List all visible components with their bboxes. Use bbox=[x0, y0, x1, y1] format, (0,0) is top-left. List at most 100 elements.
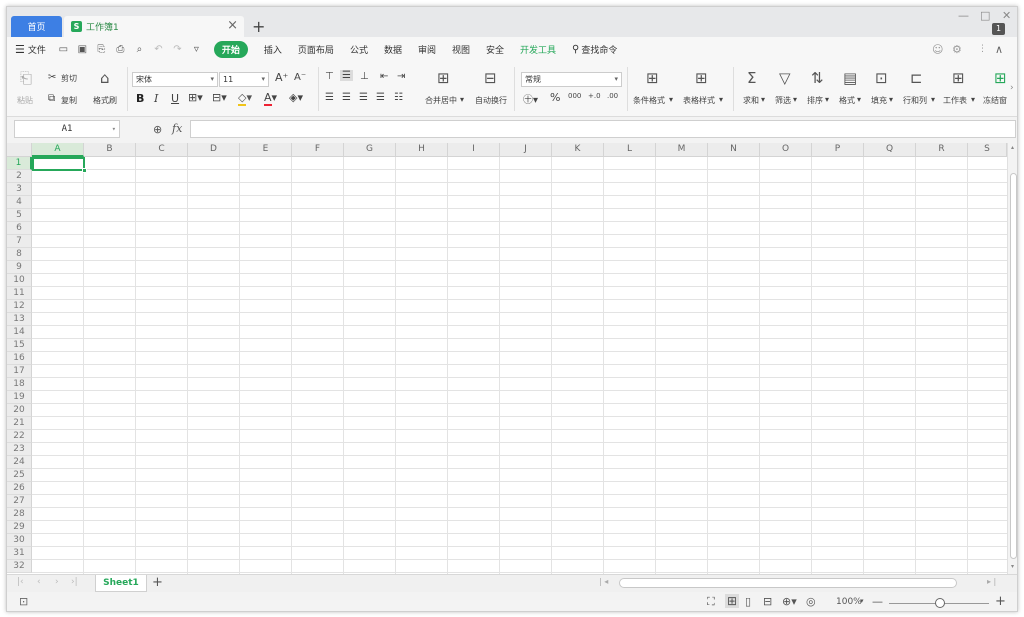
indent-increase-icon[interactable]: ⇥ bbox=[397, 71, 405, 82]
clear-icon[interactable]: ◈▾ bbox=[289, 91, 303, 104]
column-header-a[interactable]: A bbox=[32, 143, 84, 157]
fill-color-icon[interactable]: ◇▾ bbox=[238, 91, 252, 106]
column-header-p[interactable]: P bbox=[812, 143, 864, 157]
percent-button[interactable]: % bbox=[550, 91, 560, 104]
eye-protection-icon[interactable]: ◎ bbox=[806, 595, 816, 608]
number-format-select[interactable]: 常规 ▾ bbox=[521, 72, 622, 87]
row-header-13[interactable]: 13 bbox=[7, 313, 32, 326]
row-header-24[interactable]: 24 bbox=[7, 456, 32, 469]
underline-button[interactable]: U bbox=[171, 92, 179, 105]
window-close-icon[interactable]: ✕ bbox=[1002, 9, 1011, 22]
vertical-scrollbar[interactable]: ▴ ▾ bbox=[1007, 143, 1017, 574]
maximize-icon[interactable]: □ bbox=[980, 9, 990, 22]
feedback-icon[interactable]: ☺ bbox=[932, 43, 943, 56]
sum-icon[interactable]: Σ bbox=[747, 69, 756, 87]
horizontal-scroll-thumb[interactable] bbox=[619, 578, 957, 588]
row-header-2[interactable]: 2 bbox=[7, 170, 32, 183]
reading-mode-icon[interactable]: ⊕▾ bbox=[782, 595, 797, 608]
align-right-icon[interactable]: ☰ bbox=[359, 92, 368, 103]
row-header-3[interactable]: 3 bbox=[7, 183, 32, 196]
menu-tab-view[interactable]: 视图 bbox=[452, 43, 470, 56]
last-sheet-icon[interactable]: ›| bbox=[71, 577, 78, 587]
column-header-h[interactable]: H bbox=[396, 143, 448, 157]
row-column-button[interactable]: 行和列 bbox=[903, 95, 927, 106]
row-column-dropdown-icon[interactable]: ▾ bbox=[931, 95, 935, 104]
menu-tab-formulas[interactable]: 公式 bbox=[350, 43, 368, 56]
fill-icon[interactable]: ⊡ bbox=[875, 69, 888, 87]
worksheet-dropdown-icon[interactable]: ▾ bbox=[971, 95, 975, 104]
justify-icon[interactable]: ☰ bbox=[376, 92, 385, 103]
column-header-i[interactable]: I bbox=[448, 143, 500, 157]
row-header-16[interactable]: 16 bbox=[7, 352, 32, 365]
row-header-4[interactable]: 4 bbox=[7, 196, 32, 209]
freeze-icon[interactable]: ⊞ bbox=[994, 69, 1007, 87]
cut-button[interactable]: 剪切 bbox=[61, 73, 77, 84]
indent-decrease-icon[interactable]: ⇤ bbox=[380, 71, 388, 82]
merge-icon[interactable]: ⊞ bbox=[437, 69, 450, 87]
column-header-j[interactable]: J bbox=[500, 143, 552, 157]
cell-style-icon[interactable]: ⊟▾ bbox=[212, 91, 227, 104]
menu-tab-home[interactable]: 开始 bbox=[213, 40, 248, 58]
column-header-g[interactable]: G bbox=[344, 143, 396, 157]
increase-font-icon[interactable]: A⁺ bbox=[275, 71, 288, 84]
minimize-icon[interactable]: — bbox=[958, 9, 969, 22]
distribute-icon[interactable]: ☷ bbox=[394, 92, 403, 103]
page-layout-view-icon[interactable]: ▯ bbox=[745, 595, 751, 608]
format-painter-icon[interactable]: ⌂ bbox=[100, 69, 110, 87]
conditional-format-dropdown-icon[interactable]: ▾ bbox=[669, 95, 673, 104]
column-header-b[interactable]: B bbox=[84, 143, 136, 157]
row-header-11[interactable]: 11 bbox=[7, 287, 32, 300]
name-box[interactable]: A1 ▾ bbox=[14, 120, 120, 138]
increase-decimal-button[interactable]: +.0 bbox=[588, 92, 601, 100]
fill-dropdown-icon[interactable]: ▾ bbox=[889, 95, 893, 104]
worksheet-button[interactable]: 工作表 bbox=[943, 95, 967, 106]
filter-button[interactable]: 筛选 bbox=[775, 95, 791, 106]
align-bottom-icon[interactable]: ⊥ bbox=[360, 71, 369, 82]
font-color-icon[interactable]: A▾ bbox=[264, 91, 277, 106]
format-button[interactable]: 格式 bbox=[839, 95, 855, 106]
row-header-7[interactable]: 7 bbox=[7, 235, 32, 248]
column-header-c[interactable]: C bbox=[136, 143, 188, 157]
cut-icon[interactable]: ✂ bbox=[48, 72, 56, 83]
save-icon[interactable]: ▣ bbox=[75, 44, 90, 55]
row-header-17[interactable]: 17 bbox=[7, 365, 32, 378]
row-header-30[interactable]: 30 bbox=[7, 534, 32, 547]
prev-sheet-icon[interactable]: ‹ bbox=[37, 577, 41, 587]
column-header-m[interactable]: M bbox=[656, 143, 708, 157]
format-dropdown-icon[interactable]: ▾ bbox=[857, 95, 861, 104]
tab-workbook[interactable]: S 工作簿1 × bbox=[64, 16, 244, 37]
worksheet-icon[interactable]: ⊞ bbox=[952, 69, 965, 87]
column-header-d[interactable]: D bbox=[188, 143, 240, 157]
row-header-12[interactable]: 12 bbox=[7, 300, 32, 313]
copy-button[interactable]: 复制 bbox=[61, 95, 77, 106]
column-header-o[interactable]: O bbox=[760, 143, 812, 157]
font-size-select[interactable]: 11 ▾ bbox=[219, 72, 269, 87]
open-icon[interactable]: ▭ bbox=[56, 44, 71, 55]
format-icon[interactable]: ▤ bbox=[843, 69, 857, 87]
page-break-view-icon[interactable]: ⊟ bbox=[763, 595, 772, 608]
row-header-26[interactable]: 26 bbox=[7, 482, 32, 495]
normal-view-icon[interactable]: ⊞ bbox=[725, 594, 740, 608]
decrease-decimal-button[interactable]: .00 bbox=[607, 92, 618, 100]
menu-tab-review[interactable]: 审阅 bbox=[418, 43, 436, 56]
row-header-29[interactable]: 29 bbox=[7, 521, 32, 534]
menu-tab-developer[interactable]: 开发工具 bbox=[520, 43, 556, 56]
zoom-out-button[interactable]: — bbox=[872, 595, 883, 608]
sum-button[interactable]: 求和 bbox=[743, 95, 759, 106]
thousands-button[interactable]: 000 bbox=[568, 92, 581, 100]
vertical-scroll-thumb[interactable] bbox=[1010, 173, 1017, 559]
row-header-8[interactable]: 8 bbox=[7, 248, 32, 261]
scroll-up-icon[interactable]: ▴ bbox=[1011, 144, 1014, 151]
first-sheet-icon[interactable]: |‹ bbox=[17, 577, 24, 587]
freeze-button[interactable]: 冻结窗 bbox=[983, 95, 1007, 106]
next-sheet-icon[interactable]: › bbox=[55, 577, 59, 587]
hamburger-icon[interactable]: ☰ bbox=[15, 43, 25, 56]
new-tab-button[interactable]: + bbox=[252, 17, 265, 36]
align-middle-icon[interactable]: ☰ bbox=[340, 70, 353, 81]
row-header-15[interactable]: 15 bbox=[7, 339, 32, 352]
redo-icon[interactable]: ↷ bbox=[170, 44, 185, 55]
zoom-slider-knob[interactable] bbox=[935, 598, 945, 608]
select-all-corner[interactable] bbox=[7, 143, 32, 157]
export-icon[interactable]: ⎘ bbox=[94, 44, 109, 55]
fullscreen-icon[interactable]: ⛶ bbox=[707, 595, 715, 609]
